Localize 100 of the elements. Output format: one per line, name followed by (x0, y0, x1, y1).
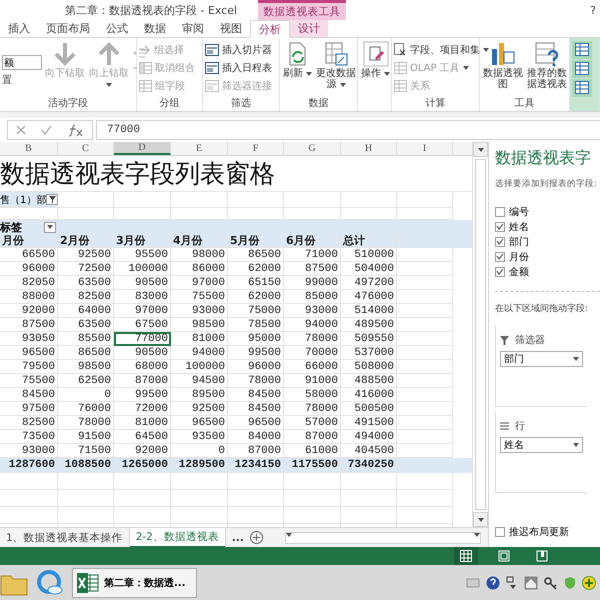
ribbon-tab[interactable]: 数据 (136, 20, 174, 37)
ribbon-button[interactable]: 插入切片器 (205, 41, 272, 58)
column-header[interactable]: G (284, 142, 341, 155)
table-cell: 62000 (228, 290, 284, 304)
empty-cell (58, 507, 114, 524)
ribbon-button[interactable]: 刷新 (282, 41, 314, 79)
table-cell: 94000 (284, 318, 341, 332)
field-checkbox[interactable] (495, 206, 505, 216)
more-sheets-button[interactable]: ... (226, 532, 250, 544)
column-header[interactable]: D (114, 142, 171, 155)
table-cell: 91500 (58, 430, 114, 444)
caret-icon (47, 225, 53, 229)
column-label-cell: 2月份 (58, 234, 114, 248)
filter-dropdown-button[interactable] (46, 194, 58, 205)
caret-icon (478, 518, 484, 522)
column-header[interactable]: E (171, 142, 228, 155)
ribbon-tab[interactable]: 插入 (0, 20, 38, 37)
show-toggle-button[interactable] (572, 60, 592, 78)
table-cell: 62500 (58, 374, 114, 388)
table-cell: 83000 (114, 290, 171, 304)
column-label-cell: 3月份 (114, 234, 171, 248)
normal-view-button[interactable] (454, 547, 478, 565)
table-cell: 72000 (114, 402, 171, 416)
table-cell: 82500 (58, 290, 114, 304)
ribbon-tab[interactable]: 视图 (212, 20, 250, 37)
table-cell: 94500 (171, 374, 228, 388)
field-checkbox[interactable] (495, 236, 505, 246)
area-field-dropdown[interactable]: 部门 (500, 351, 583, 367)
column-header[interactable]: F (228, 142, 284, 155)
formula-input[interactable]: 77000 (96, 120, 600, 140)
table-cell: 88000 (0, 290, 58, 304)
ribbon-button[interactable]: 推荐的数据透视表 (526, 41, 568, 90)
ribbon-button[interactable]: 插入日程表 (205, 59, 272, 76)
ribbon-button[interactable]: 字段、项目和集 (394, 41, 489, 58)
ribbon-button[interactable]: 更改数据源 (315, 41, 358, 90)
ribbon-tab[interactable]: 公式 (98, 20, 136, 37)
empty-cell (397, 332, 453, 346)
taskbar-window-button[interactable]: 第二章：数据透... (72, 568, 197, 598)
table-cell: 504000 (341, 262, 397, 276)
table-cell: 76000 (58, 402, 114, 416)
active-field-input[interactable]: 额 (2, 55, 42, 70)
table-cell: 90500 (114, 346, 171, 360)
table-cell: 70000 (284, 346, 341, 360)
empty-cell (341, 473, 397, 490)
table-cell: 96500 (171, 416, 228, 430)
up-arrow-icon (97, 41, 121, 67)
empty-cell (397, 374, 453, 388)
table-cell: 84000 (228, 430, 284, 444)
add-sheet-icon (250, 531, 263, 544)
table-cell: 78500 (228, 318, 284, 332)
show-toggle-button[interactable] (572, 79, 592, 97)
column-label-cell: 5月份 (228, 234, 284, 248)
table-cell: 87500 (284, 262, 341, 276)
help-button[interactable]: ? (590, 0, 596, 20)
empty-cell (397, 402, 453, 416)
scroll-down-button[interactable] (473, 512, 488, 527)
empty-cell (397, 360, 453, 374)
field-label: 编号 (509, 206, 529, 218)
cancel-icon (16, 125, 26, 135)
horizontal-scrollbar[interactable] (284, 532, 481, 544)
table-cell: 508000 (341, 360, 397, 374)
table-cell: 95500 (114, 248, 171, 262)
table-cell: 497200 (341, 276, 397, 290)
caret-icon (483, 48, 489, 52)
table-cell: 72500 (58, 262, 114, 276)
defer-checkbox[interactable] (495, 526, 505, 536)
sheet-tab[interactable]: 2-2、数据透视表 (130, 528, 226, 548)
field-settings-label[interactable]: 置 (2, 73, 42, 87)
field-checkbox[interactable] (495, 222, 505, 232)
column-header[interactable]: H (341, 142, 397, 155)
column-header[interactable]: I (397, 142, 453, 155)
table-cell: 94000 (171, 346, 228, 360)
table-cell: 500500 (341, 402, 397, 416)
ribbon-button[interactable]: 操作 (360, 41, 392, 79)
field-checkbox[interactable] (495, 252, 505, 262)
table-cell: 86000 (171, 262, 228, 276)
ribbon-tab[interactable]: 页面布局 (38, 20, 98, 37)
table-cell: 75500 (0, 374, 58, 388)
filter-value: 售（1）部 (0, 194, 46, 206)
table-cell: 92500 (171, 402, 228, 416)
grid-icon (460, 550, 472, 562)
grid-icon (394, 62, 407, 74)
field-checkbox[interactable] (495, 266, 505, 276)
area-field-dropdown[interactable]: 姓名 (500, 437, 583, 453)
field-label: 姓名 (509, 220, 529, 234)
ribbon-tab[interactable]: 审阅 (174, 20, 212, 37)
plus-circle-icon (582, 576, 596, 590)
empty-cell (397, 248, 453, 262)
ribbon-tab[interactable]: 设计 (290, 20, 328, 37)
empty-cell (397, 304, 453, 318)
column-header[interactable]: B (0, 142, 58, 155)
show-toggle-button[interactable] (572, 41, 592, 59)
column-labels-dropdown[interactable] (44, 222, 56, 232)
table-cell: 75500 (171, 290, 228, 304)
scrollbar-thumb[interactable] (475, 159, 486, 510)
table-cell: 100000 (171, 360, 228, 374)
total-cell: 1175500 (284, 458, 341, 473)
table-cell: 85500 (58, 332, 114, 346)
scroll-up-button[interactable] (473, 142, 488, 157)
ribbon-tab[interactable]: 分析 (250, 20, 290, 38)
